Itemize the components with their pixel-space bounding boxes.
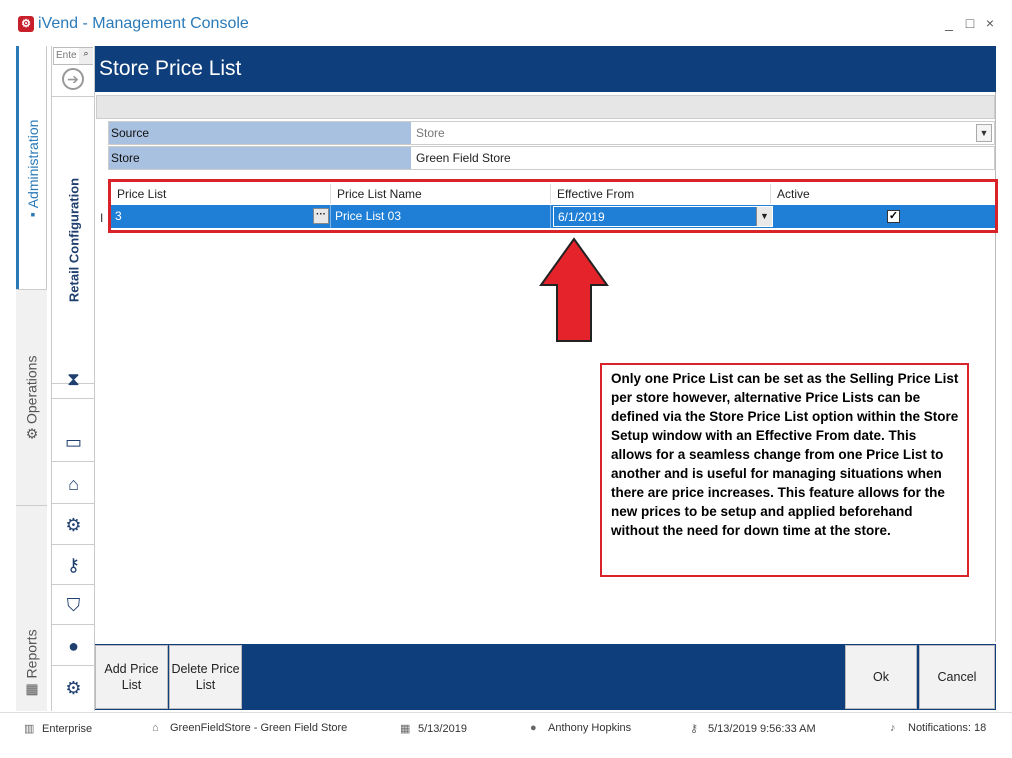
column-header-price-list[interactable]: Price List <box>111 184 331 204</box>
minimize-button[interactable]: _ <box>941 14 957 32</box>
column-header-effective-from[interactable]: Effective From <box>551 184 771 204</box>
column-header-price-list-name[interactable]: Price List Name <box>331 184 551 204</box>
column-header-active[interactable]: Active <box>771 184 995 204</box>
chevron-down-icon[interactable]: ▼ <box>756 207 772 226</box>
calendar-icon: ▦ <box>400 723 411 735</box>
status-date: ▦ 5/13/2019 <box>400 723 467 735</box>
store-row: Store Green Field Store <box>108 146 995 170</box>
key-search-icon[interactable]: ⚷ <box>52 545 95 585</box>
shield-icon[interactable]: ⛉ <box>52 585 95 625</box>
retail-configuration-label: Retail Configuration <box>66 177 81 303</box>
status-user: ● Anthony Hopkins <box>530 722 632 734</box>
price-list-name-cell[interactable]: Price List 03 <box>331 205 551 228</box>
tab-reports[interactable]: ▦ Reports <box>16 506 47 711</box>
gears-icon[interactable]: ⚙ <box>52 505 95 545</box>
annotation-note: Only one Price List can be set as the Se… <box>600 363 969 577</box>
nav-retail-configuration[interactable]: Retail Configuration <box>52 96 95 384</box>
tab-administration-label: ▪ Administration <box>25 119 41 222</box>
main-content: Source Store ▼ Store Green Field Store I… <box>95 92 998 642</box>
status-store: ⌂ GreenFieldStore - Green Field Store <box>152 722 348 734</box>
module-nav: ▪ Administration ⚙ Operations ▦ Reports <box>16 46 47 711</box>
bell-icon: ♪ <box>890 722 896 734</box>
action-bar: Add Price List Delete Price List Ok Canc… <box>95 644 996 710</box>
tab-operations[interactable]: ⚙ Operations <box>16 289 47 506</box>
hourglass-icon[interactable]: ⧗ <box>52 359 95 399</box>
title-bar: ⚙ iVend - Management Console _ □ × <box>0 0 1012 46</box>
reports-icon: ▦ <box>24 680 39 697</box>
status-enterprise: ▥ Enterprise <box>24 723 93 735</box>
red-arrow-annotation <box>539 237 609 342</box>
status-bar: ▥ Enterprise ⌂ GreenFieldStore - Green Fie… <box>0 712 1012 746</box>
source-value: Store <box>416 126 445 140</box>
maximize-button[interactable]: □ <box>962 14 978 32</box>
chevron-down-icon[interactable]: ▼ <box>976 124 992 142</box>
nav-search-icon[interactable]: ⌕ <box>79 48 93 64</box>
active-cell <box>771 205 995 228</box>
status-login-time: ⚷ 5/13/2019 9:56:33 AM <box>690 723 816 735</box>
active-checkbox[interactable]: ✓ <box>887 210 900 223</box>
terminal-icon[interactable]: ▭ <box>52 422 95 462</box>
back-arrow-icon[interactable]: ➔ <box>62 68 84 90</box>
store-icon: ⌂ <box>152 722 159 734</box>
window-title: iVend - Management Console <box>38 15 249 32</box>
effective-from-date-picker[interactable]: 6/1/2019 ▼ <box>553 206 773 227</box>
delete-price-list-button[interactable]: Delete Price List <box>169 645 242 709</box>
sub-nav: Ente ⌕ ➔ Retail Configuration ⧗ ▭ ⌂ ⚙ ⚷ … <box>51 46 95 711</box>
price-list-grid: Price List Price List Name Effective Fro… <box>108 179 998 233</box>
effective-from-value: 6/1/2019 <box>558 210 605 224</box>
add-price-list-button[interactable]: Add Price List <box>95 645 168 709</box>
operations-gear-icon: ⚙ <box>25 425 38 442</box>
user-icon: ● <box>530 722 537 734</box>
app-logo-icon: ⚙ <box>18 16 34 32</box>
building-icon: ▥ <box>24 723 35 735</box>
source-label: Source <box>109 122 411 144</box>
page-title: Store Price List <box>99 57 242 80</box>
user-icon[interactable]: ● <box>52 626 95 666</box>
key-icon: ⚷ <box>690 723 699 735</box>
ellipsis-button[interactable]: ··· <box>313 208 329 224</box>
store-label: Store <box>109 147 411 169</box>
tab-operations-label: ⚙ Operations <box>23 355 39 442</box>
table-row[interactable]: 3 ··· Price List 03 6/1/2019 ▼ ✓ <box>111 205 995 228</box>
administration-icon: ▪ <box>30 205 36 222</box>
price-list-cell[interactable]: 3 <box>111 205 331 228</box>
tab-administration[interactable]: ▪ Administration <box>16 46 47 289</box>
store-field[interactable]: Green Field Store <box>412 147 994 169</box>
source-select[interactable]: Store ▼ <box>412 122 994 144</box>
source-row: Source Store ▼ <box>108 121 995 145</box>
status-notifications[interactable]: ♪ Notifications: 18 <box>890 722 986 734</box>
row-indicator-icon: I <box>100 211 104 225</box>
ok-button[interactable]: Ok <box>845 645 917 709</box>
settings-gear-icon[interactable]: ⚙ <box>52 668 95 708</box>
bank-icon[interactable]: ⌂ <box>52 464 95 504</box>
page-header: Store Price List <box>95 46 996 92</box>
toolbar-strip <box>96 95 995 119</box>
tab-reports-label: ▦ Reports <box>23 629 39 697</box>
cancel-button[interactable]: Cancel <box>919 645 995 709</box>
close-button[interactable]: × <box>982 14 998 32</box>
